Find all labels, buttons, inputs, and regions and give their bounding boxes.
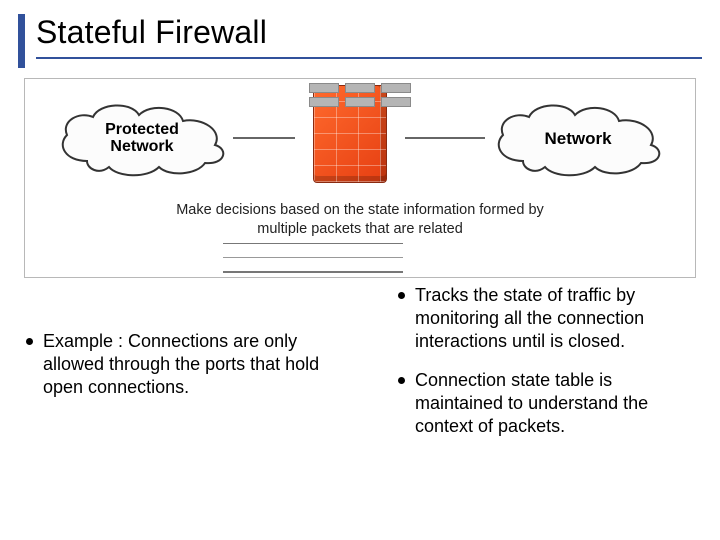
cell-icon [309, 97, 339, 107]
wire-left [233, 137, 295, 139]
cell-icon [381, 97, 411, 107]
wire-right [405, 137, 485, 139]
state-table-row [309, 97, 411, 107]
cell-icon [381, 83, 411, 93]
protected-network-label: Protected Network [105, 122, 179, 156]
list-item: Example : Connections are only allowed t… [26, 330, 326, 399]
state-table-divider [223, 257, 403, 258]
caption-line-2: multiple packets that are related [257, 221, 463, 237]
list-item: Connection state table is maintained to … [398, 369, 698, 438]
bullet-text: Example : Connections are only allowed t… [43, 330, 326, 399]
state-table-row [309, 83, 411, 93]
page-title: Stateful Firewall [36, 14, 702, 59]
bullet-text: Tracks the state of traffic by monitorin… [415, 284, 698, 353]
list-item: Tracks the state of traffic by monitorin… [398, 284, 698, 353]
network-label: Network [544, 130, 611, 148]
bullet-text: Connection state table is maintained to … [415, 369, 698, 438]
diagram-caption: Make decisions based on the state inform… [25, 201, 695, 239]
protected-network-cloud: Protected Network [47, 97, 237, 181]
state-table-graphic [223, 243, 403, 273]
bullet-icon [398, 292, 405, 299]
cell-icon [345, 83, 375, 93]
left-bullet-list: Example : Connections are only allowed t… [26, 330, 326, 415]
cell-icon [309, 83, 339, 93]
network-cloud: Network [483, 97, 673, 181]
bullet-icon [398, 377, 405, 384]
right-bullet-list: Tracks the state of traffic by monitorin… [398, 284, 698, 454]
caption-line-1: Make decisions based on the state inform… [176, 202, 544, 218]
bullet-icon [26, 338, 33, 345]
cell-icon [345, 97, 375, 107]
title-area: Stateful Firewall [18, 14, 702, 59]
network-diagram: Protected Network Network Make decisions… [24, 78, 696, 278]
title-accent-bar [18, 14, 25, 68]
